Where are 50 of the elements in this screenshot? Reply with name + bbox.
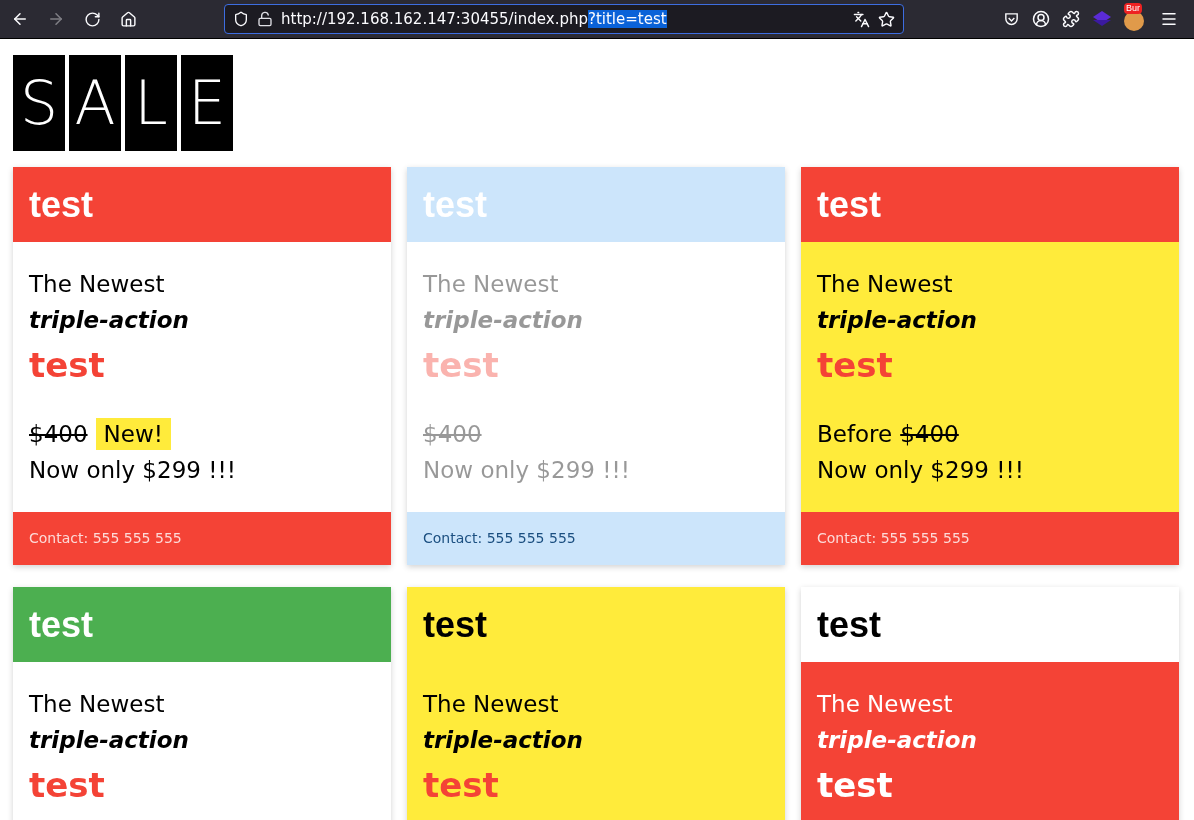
card-text: The Newest <box>29 270 166 299</box>
card-text: triple-action <box>423 726 584 755</box>
menu-icon[interactable] <box>1160 10 1178 28</box>
card-title: test <box>29 182 94 227</box>
logo-letter: L <box>125 55 177 151</box>
card-text: triple-action <box>29 306 190 335</box>
new-badge: New! <box>95 418 171 450</box>
old-price: $400 <box>29 419 88 449</box>
unlocked-padlock-icon <box>257 11 273 27</box>
logo-letter: S <box>13 55 65 151</box>
account-icon[interactable] <box>1032 10 1050 28</box>
card-text: triple-action <box>29 726 190 755</box>
contact-text: Contact: 555 555 555 <box>423 529 576 548</box>
card-highlight: test <box>817 764 894 807</box>
old-price: $400 <box>900 419 959 449</box>
card-title: test <box>423 602 488 647</box>
card-highlight: test <box>423 764 500 807</box>
pocket-icon[interactable] <box>1003 10 1020 28</box>
card-title: test <box>817 182 882 227</box>
card-text: triple-action <box>423 306 584 335</box>
card-text: The Newest <box>817 690 954 719</box>
card-title: test <box>29 602 94 647</box>
old-price: $400 <box>423 419 482 449</box>
card-title: test <box>817 602 882 647</box>
card-text: triple-action <box>817 306 978 335</box>
new-price: Now only $299 !!! <box>29 456 237 485</box>
shield-icon <box>233 11 249 27</box>
card-text: The Newest <box>817 270 954 299</box>
card-highlight: test <box>29 764 106 807</box>
extensions-icon[interactable] <box>1062 10 1080 28</box>
home-icon <box>119 10 137 28</box>
logo-letter: E <box>181 55 233 151</box>
card-highlight: test <box>423 344 500 387</box>
new-price: Now only $299 !!! <box>423 456 631 485</box>
forward-arrow-icon <box>47 10 65 28</box>
card-text: triple-action <box>817 726 978 755</box>
translate-icon[interactable] <box>853 10 870 28</box>
reload-icon <box>83 10 101 28</box>
contact-text: Contact: 555 555 555 <box>817 529 970 548</box>
card-text: The Newest <box>423 270 560 299</box>
price-label: Before <box>817 419 893 449</box>
card-text: The Newest <box>29 690 166 719</box>
card-highlight: test <box>29 344 106 387</box>
card-text: The Newest <box>423 690 560 719</box>
card-highlight: test <box>817 344 894 387</box>
extension-badge: Bur <box>1124 3 1142 14</box>
bookmark-star-icon[interactable] <box>878 10 895 28</box>
new-price: Now only $299 !!! <box>817 456 1025 485</box>
contact-text: Contact: 555 555 555 <box>29 529 182 548</box>
logo-letter: A <box>69 55 121 151</box>
